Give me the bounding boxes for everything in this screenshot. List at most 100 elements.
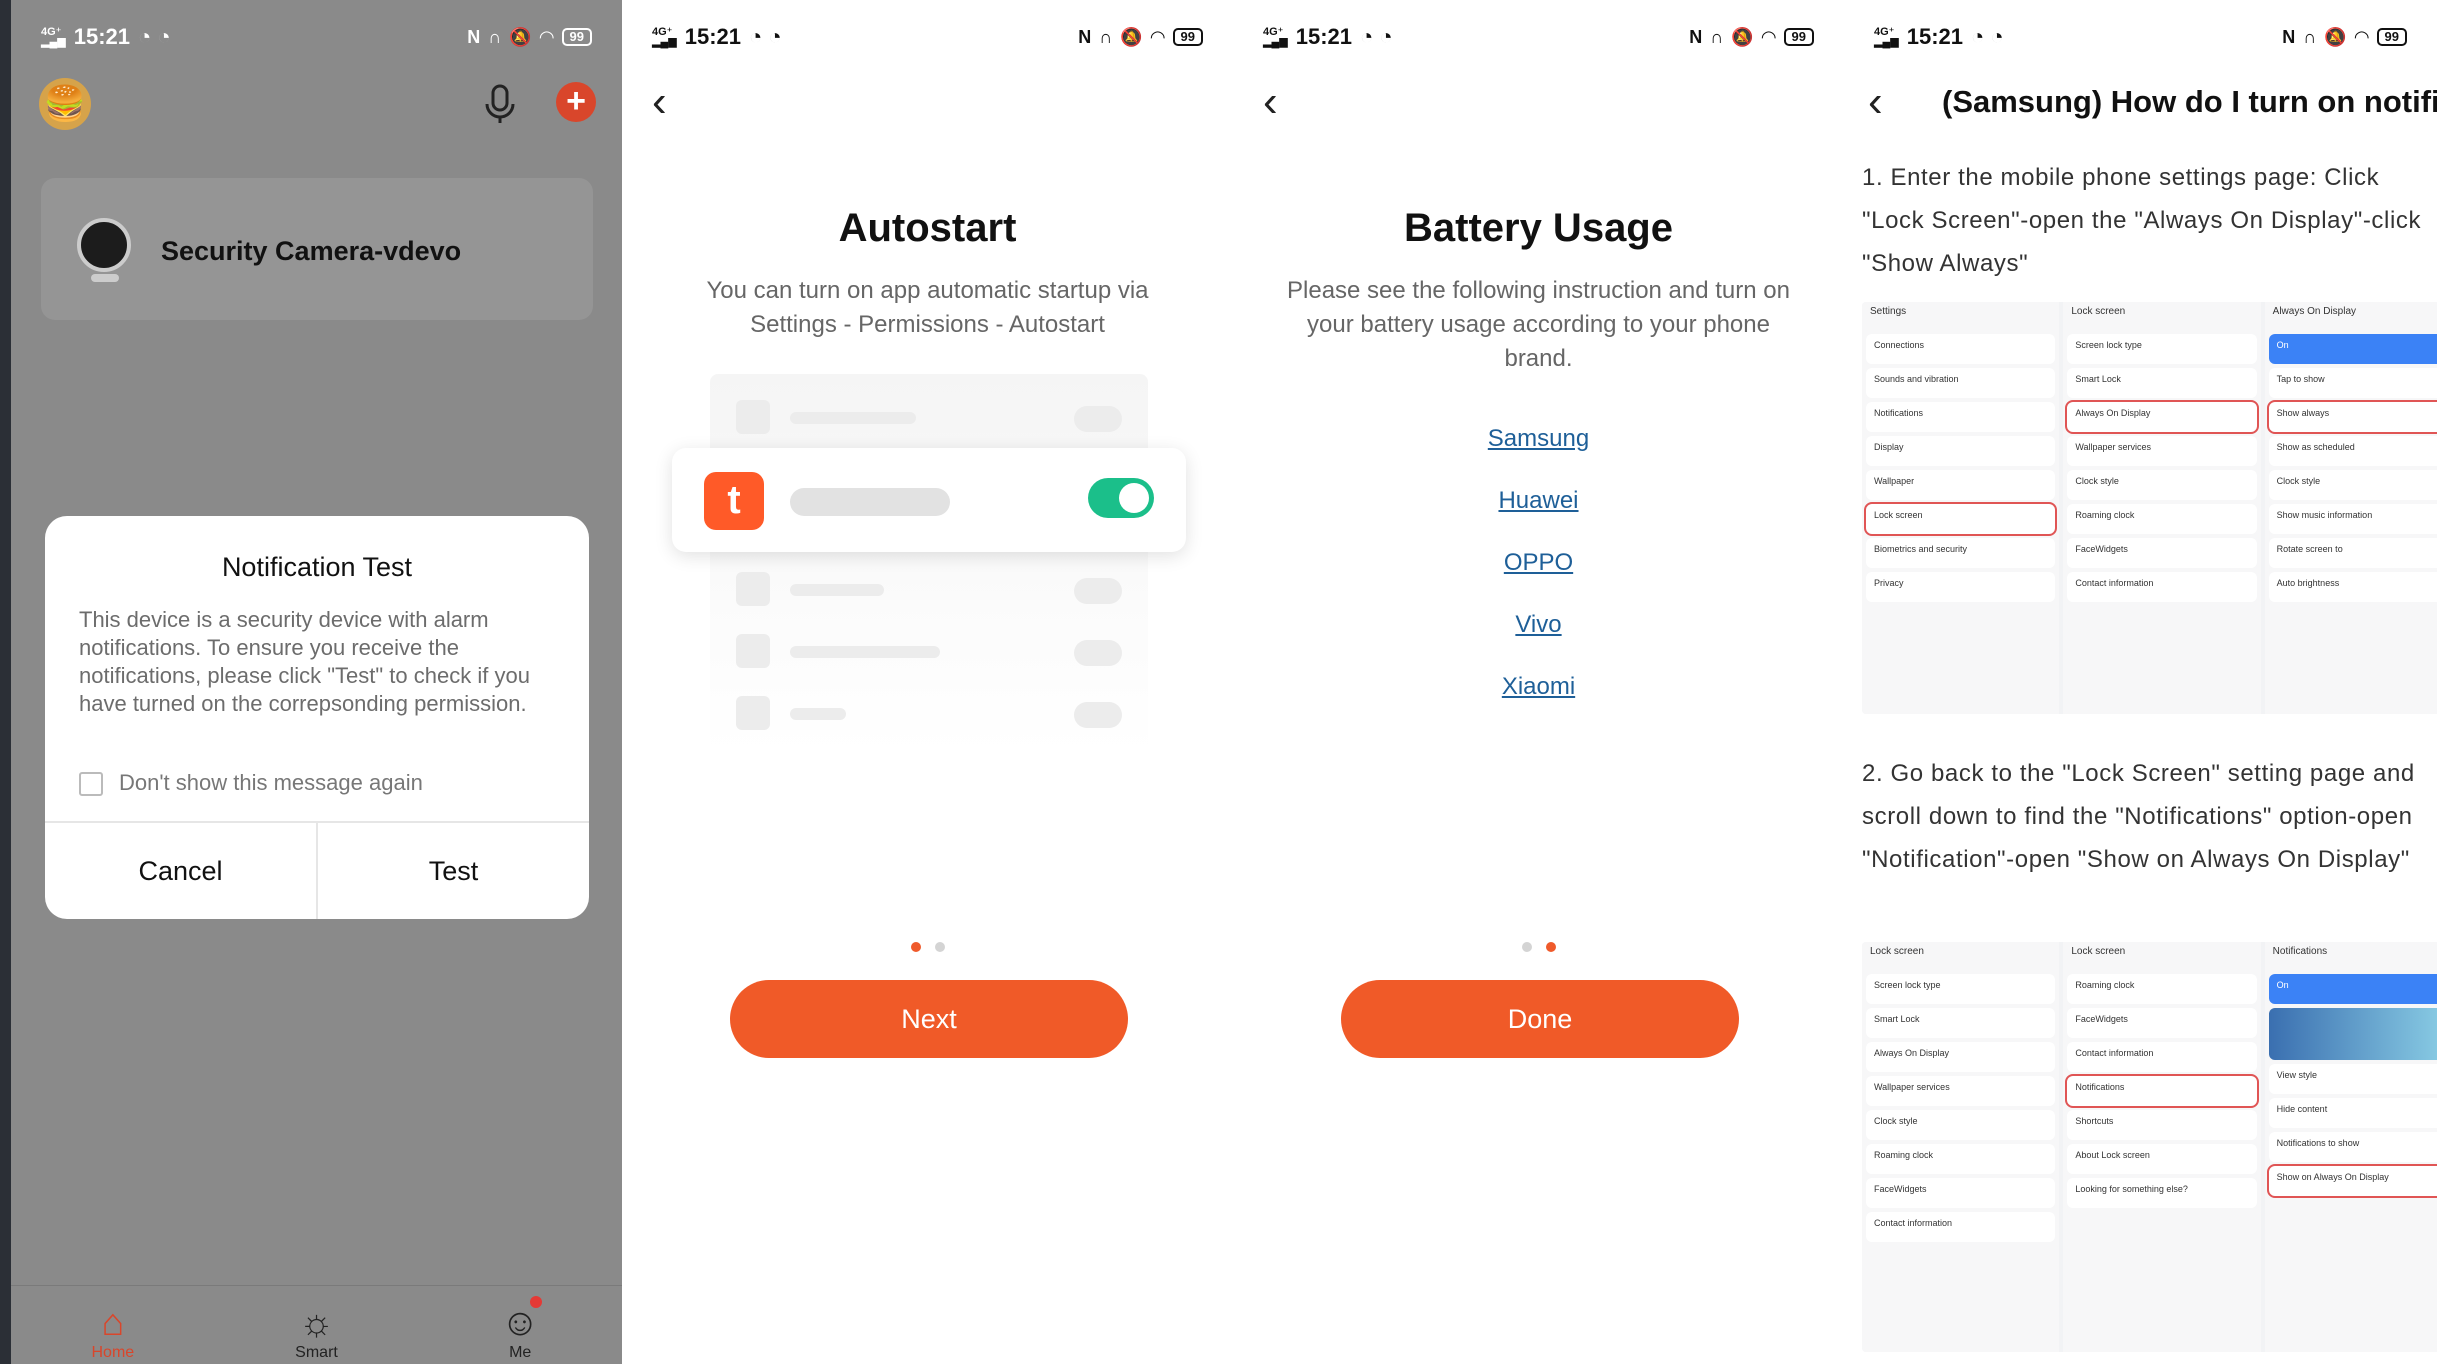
tab-home-label: Home	[91, 1344, 135, 1361]
menu-item-highlighted: Show always	[2266, 400, 2437, 434]
brand-link-oppo[interactable]: OPPO	[1504, 546, 1573, 580]
menu-item: Contact information	[2067, 1042, 2257, 1072]
brand-link-vivo[interactable]: Vivo	[1515, 608, 1561, 642]
add-device-button[interactable]: +	[556, 82, 596, 122]
screenshot-column: Settings Connections Sounds and vibratio…	[1862, 302, 2060, 714]
back-arrow-icon[interactable]: ‹	[1868, 80, 1883, 124]
battery-usage-panel: 4G⁺ ▂▄▆ 15:21 ◔ ◔ N ∩ 🔕 ◠ 99 ‹ Battery Usage Pl…	[1233, 0, 1844, 1364]
menu-item: On	[2268, 974, 2437, 1004]
microphone-icon[interactable]	[481, 82, 519, 126]
screenshot-column: Lock screen Screen lock type Smart Lock …	[2063, 302, 2261, 714]
screenshot-column: Lock screen Roaming clock FaceWidgets Co…	[2063, 942, 2261, 1352]
battery-icon: 99	[2376, 28, 2407, 46]
samsung-instructions-panel: 4G⁺ ▂▄▆ 15:21 ◔ ◔ N ∩ 🔕 ◠ 99 ‹ (Samsung) How do…	[1844, 0, 2437, 1364]
menu-item: Shortcuts	[2067, 1110, 2257, 1140]
menu-item: Roaming clock	[1866, 1144, 2056, 1174]
device-card[interactable]: Security Camera-vdevo	[41, 178, 593, 320]
menu-item: Contact information	[1866, 1212, 2056, 1242]
tab-smart-label: Smart	[295, 1344, 338, 1361]
menu-item: Display	[1866, 436, 2056, 466]
page-title: (Samsung) How do I turn on notifica	[1942, 84, 2437, 119]
menu-item: Clock style	[1866, 1110, 2056, 1140]
cancel-button[interactable]: Cancel	[45, 823, 316, 919]
menu-item-highlighted: Lock screen	[1863, 502, 2058, 536]
menu-item: Screen lock type	[2067, 334, 2257, 364]
signal-icon: 4G⁺ ▂▄▆	[1874, 26, 1899, 48]
app-notif-icon: ◔ ◔	[1971, 24, 2004, 49]
headset-icon: ∩	[1099, 26, 1113, 47]
mute-icon: 🔕	[509, 26, 532, 47]
menu-item: FaceWidgets	[2067, 538, 2257, 568]
menu-item: Smart Lock	[1866, 1008, 2056, 1038]
wifi-icon: ◠	[1150, 26, 1165, 47]
app-notif-icon: ◔ ◔	[749, 24, 782, 49]
brand-link-huawei[interactable]: Huawei	[1498, 484, 1578, 518]
status-time: 15:21	[1906, 24, 1963, 49]
app-notif-icon: ◔ ◔	[1360, 24, 1393, 49]
menu-item: Privacy	[1866, 572, 2056, 602]
notification-test-dialog: Notification Test This device is a secur…	[45, 516, 589, 919]
signal-icon: 4G⁺ ▂▄▆	[1263, 26, 1288, 48]
dont-show-label[interactable]: Don't show this message again	[119, 770, 423, 796]
mute-icon: 🔕	[2324, 26, 2347, 47]
instruction-step-2: 2. Go back to the "Lock Screen" setting …	[1862, 760, 2415, 873]
person-icon: ☺	[500, 1302, 540, 1344]
back-arrow-icon[interactable]: ‹	[652, 80, 667, 124]
device-name: Security Camera-vdevo	[161, 236, 462, 266]
page-indicator	[1233, 942, 1844, 952]
wifi-icon: ◠	[1761, 26, 1776, 47]
settings-illustration	[710, 374, 1148, 754]
status-bar: 4G⁺ ▂▄▆ 15:21 ◔ ◔ N ∩ 🔕 ◠ 99	[652, 22, 1203, 52]
battery-icon: 99	[1783, 28, 1814, 46]
notification-dot	[530, 1296, 543, 1308]
menu-item: View style	[2268, 1064, 2437, 1094]
placeholder-row	[736, 396, 1122, 436]
headset-icon: ∩	[488, 26, 502, 47]
home-icon: ⌂	[101, 1302, 125, 1344]
app-notif-icon: ◔ ◔	[138, 24, 171, 49]
page-dot-2	[1545, 942, 1556, 952]
menu-item: Notifications to show	[2268, 1132, 2437, 1162]
test-button[interactable]: Test	[316, 823, 589, 919]
camera-icon	[77, 218, 131, 272]
done-button[interactable]: Done	[1341, 980, 1739, 1058]
tuya-app-icon: t	[704, 472, 764, 530]
nfc-icon: N	[1689, 26, 1703, 47]
menu-item: Biometrics and security	[1866, 538, 2056, 568]
back-arrow-icon[interactable]: ‹	[1263, 80, 1278, 124]
tab-me[interactable]: ☺ Me	[418, 1286, 622, 1364]
menu-item: On	[2268, 334, 2437, 364]
dialog-body: This device is a security device with al…	[79, 607, 530, 716]
menu-item: Notifications	[1866, 402, 2056, 432]
menu-item: Show music information	[2268, 504, 2437, 534]
user-avatar[interactable]: 🍔	[39, 78, 91, 130]
menu-item: Roaming clock	[2067, 504, 2257, 534]
autostart-toggle	[1088, 478, 1154, 518]
brand-link-samsung[interactable]: Samsung	[1488, 422, 1589, 456]
highlighted-app-row: t	[672, 448, 1186, 552]
tab-home[interactable]: ⌂ Home	[11, 1286, 215, 1364]
column-header: Lock screen	[2071, 946, 2126, 957]
next-button[interactable]: Next	[730, 980, 1128, 1058]
brand-list: Samsung Huawei OPPO Vivo Xiaomi	[1233, 422, 1844, 704]
menu-item: Auto brightness	[2268, 572, 2437, 602]
bottom-tab-bar: ⌂ Home ☼ Smart ☺ Me	[11, 1285, 622, 1364]
brand-link-xiaomi[interactable]: Xiaomi	[1502, 670, 1575, 704]
tab-smart[interactable]: ☼ Smart	[215, 1286, 419, 1364]
screenshot-step-2: Lock screen Screen lock type Smart Lock …	[1862, 942, 2437, 1352]
status-bar: 4G⁺ ▂▄▆ 15:21 ◔ ◔ N ∩ 🔕 ◠ 99	[1263, 22, 1814, 52]
menu-item-highlighted: Show on Always On Display	[2266, 1164, 2437, 1198]
headset-icon: ∩	[1710, 26, 1724, 47]
placeholder-row	[736, 568, 1122, 608]
menu-item: Smart Lock	[2067, 368, 2257, 398]
page-dot-2	[934, 942, 945, 952]
screenshot-column: Notifications On View style Hide content…	[2264, 942, 2437, 1352]
autostart-panel: 4G⁺ ▂▄▆ 15:21 ◔ ◔ N ∩ 🔕 ◠ 99 ‹ Autostart You ca…	[622, 0, 1233, 1364]
wallpaper-preview	[2268, 1008, 2437, 1060]
dont-show-checkbox[interactable]	[79, 772, 103, 796]
battery-icon: 99	[561, 28, 592, 46]
wifi-icon: ◠	[539, 26, 554, 47]
menu-item-highlighted: Always On Display	[2065, 400, 2259, 434]
status-time: 15:21	[1295, 24, 1352, 49]
mute-icon: 🔕	[1731, 26, 1754, 47]
